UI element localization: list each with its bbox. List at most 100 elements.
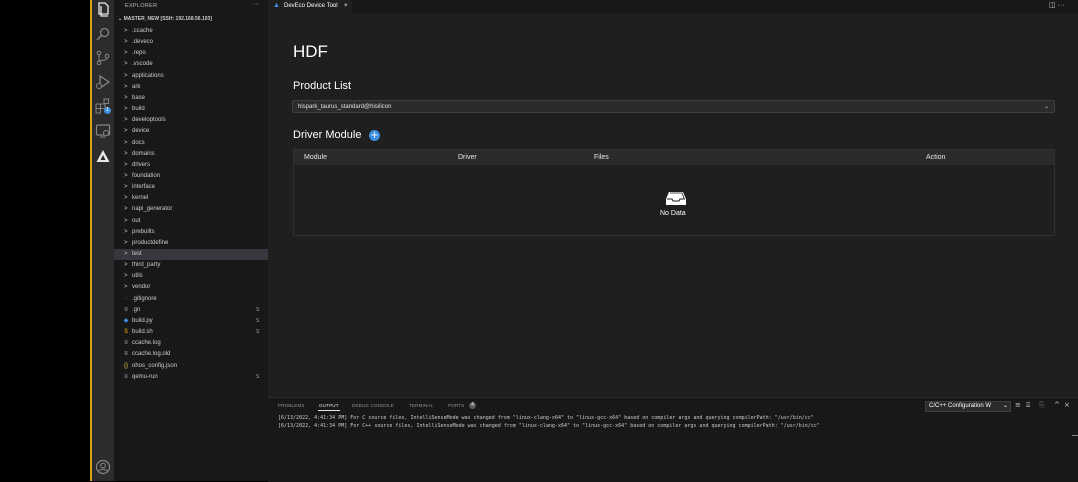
tree-folder[interactable]: > developtools <box>114 115 268 126</box>
copy-icon[interactable]: ⎘ <box>1039 401 1045 410</box>
log-line: [6/13/2022, 4:41:34 PM] For C source fil… <box>278 415 814 421</box>
tree-file[interactable]: ≡ qemu-run S <box>114 372 268 383</box>
chevron-right-icon: > <box>124 28 128 34</box>
tree-item-label: docs <box>132 139 145 146</box>
tree-file[interactable]: ≡ ccache.log.old <box>114 349 268 360</box>
explorer-more-actions[interactable]: ··· <box>253 1 260 8</box>
tree-file[interactable]: ≡ ccache.log <box>114 338 268 349</box>
tree-item-label: foundation <box>132 172 161 179</box>
close-panel-icon[interactable]: × <box>1064 401 1070 409</box>
scrollbar[interactable] <box>1072 435 1078 436</box>
chevron-right-icon: > <box>124 61 128 68</box>
driver-table: Module Driver Files Action No Data <box>293 149 1055 236</box>
add-driver-icon[interactable]: + <box>369 130 380 141</box>
tree-folder[interactable]: > .ccache <box>114 26 268 37</box>
tree-item-label: ark <box>132 83 141 90</box>
tree-folder[interactable]: > test <box>114 249 268 260</box>
tree-file[interactable]: ◆ build.py S <box>114 316 268 327</box>
extensions-badge: 1 <box>104 107 111 114</box>
tree-folder[interactable]: > utils <box>114 271 268 282</box>
driver-module-label: Driver Module <box>293 129 362 141</box>
file-icon: ≡ <box>124 340 128 347</box>
ports-badge: 4 <box>469 402 476 409</box>
tree-item-label: interface <box>132 184 156 191</box>
tree-item-label: ccache.log.old <box>132 351 171 358</box>
tree-folder[interactable]: > interface <box>114 182 268 193</box>
tree-folder[interactable]: > docs <box>114 138 268 149</box>
extensions-icon[interactable]: 1 <box>95 98 111 114</box>
tree-item-label: build.sh <box>132 329 153 336</box>
chevron-right-icon: > <box>124 284 128 291</box>
source-control-icon[interactable] <box>95 50 111 66</box>
chevron-right-icon: > <box>124 50 128 57</box>
chevron-right-icon: > <box>124 184 128 191</box>
tree-folder[interactable]: > .vscode <box>114 59 268 70</box>
tree-item-label: ohos_config.json <box>132 362 178 369</box>
search-icon[interactable] <box>95 26 111 42</box>
tree-folder[interactable]: > .repo <box>114 48 268 59</box>
lock-icon[interactable]: ⍓ <box>1026 401 1030 410</box>
file-icon: ◦ <box>124 295 128 302</box>
tree-item-label: napi_generator <box>132 206 173 213</box>
chevron-right-icon: > <box>124 83 128 90</box>
tree-item-label: device <box>132 128 150 135</box>
deveco-icon[interactable] <box>95 148 111 164</box>
active-tab-indicator <box>318 410 340 411</box>
workspace-root-label: MASTER_NEW [SSH: 192.168.56.103] <box>123 16 212 22</box>
tree-item-label: productdefine <box>132 239 169 246</box>
tree-item-label: .gitignore <box>132 295 157 302</box>
tree-folder[interactable]: > device <box>114 126 268 137</box>
chevron-right-icon: > <box>124 72 128 79</box>
run-debug-icon[interactable] <box>95 74 111 90</box>
explorer-icon[interactable] <box>95 2 111 18</box>
tree-folder[interactable]: > kernel <box>114 193 268 204</box>
maximize-panel-icon[interactable]: ^ <box>1054 401 1060 409</box>
tab-problems[interactable]: PROBLEMS <box>278 403 305 408</box>
chevron-right-icon: > <box>124 150 128 157</box>
tree-folder[interactable]: > .deveco <box>114 37 268 48</box>
product-select[interactable]: hispark_taurus_standard@hisilicon ⌄ <box>292 100 1055 113</box>
tree-folder[interactable]: > build <box>114 104 268 115</box>
tree-file[interactable]: ◦ .gitignore <box>114 294 268 305</box>
tree-folder[interactable]: > domains <box>114 149 268 160</box>
tree-folder[interactable]: > ark <box>114 82 268 93</box>
clear-output-icon[interactable]: ≡ <box>1015 401 1021 409</box>
tree-folder[interactable]: > out <box>114 216 268 227</box>
column-action: Action <box>926 154 946 161</box>
account-icon[interactable] <box>95 459 111 475</box>
tree-file[interactable]: {} ohos_config.json <box>114 361 268 372</box>
tree-folder[interactable]: > drivers <box>114 160 268 171</box>
tree-folder[interactable]: > applications <box>114 71 268 82</box>
chevron-right-icon: > <box>124 228 128 235</box>
tree-folder[interactable]: > base <box>114 93 268 104</box>
tree-folder[interactable]: > prebuilts <box>114 227 268 238</box>
workspace-root[interactable]: ⌄ MASTER_NEW [SSH: 192.168.56.103] <box>118 16 212 22</box>
tab-debug-console[interactable]: DEBUG CONSOLE <box>352 403 394 408</box>
split-editor-icon[interactable]: ◫ ··· <box>1049 1 1065 9</box>
close-icon[interactable]: × <box>344 0 348 12</box>
chevron-right-icon: > <box>124 251 128 257</box>
activity-bar: 1 <box>92 0 114 481</box>
tree-folder[interactable]: > third_party <box>114 260 268 271</box>
tree-folder[interactable]: > productdefine <box>114 238 268 249</box>
empty-inbox-icon <box>665 190 687 211</box>
tree-item-label: developtools <box>132 117 166 124</box>
chevron-right-icon: > <box>124 273 128 280</box>
tab-terminal[interactable]: TERMINAL <box>409 403 433 408</box>
tree-file[interactable]: $ build.sh S <box>114 327 268 338</box>
file-status-badge: S <box>256 306 260 313</box>
tree-folder[interactable]: > napi_generator <box>114 204 268 215</box>
tab-ports[interactable]: PORTS <box>448 403 464 408</box>
tree-folder[interactable]: > foundation <box>114 171 268 182</box>
tree-item-label: utils <box>132 273 143 280</box>
tree-item-label: domains <box>132 150 155 157</box>
tree-item-label: .deveco <box>132 39 154 46</box>
tree-file[interactable]: ≡ .gn S <box>114 305 268 316</box>
tab-output[interactable]: OUTPUT <box>319 403 339 408</box>
output-channel-value: C/C++ Configuration W <box>929 403 992 409</box>
output-channel-select[interactable]: C/C++ Configuration W ⌄ <box>925 401 1011 412</box>
remote-explorer-icon[interactable] <box>95 123 111 139</box>
tab-deveco-device-tool[interactable]: ▲ DevEco Device Tool × <box>268 0 352 13</box>
chevron-right-icon: > <box>124 139 128 146</box>
tree-folder[interactable]: > vendor <box>114 282 268 293</box>
